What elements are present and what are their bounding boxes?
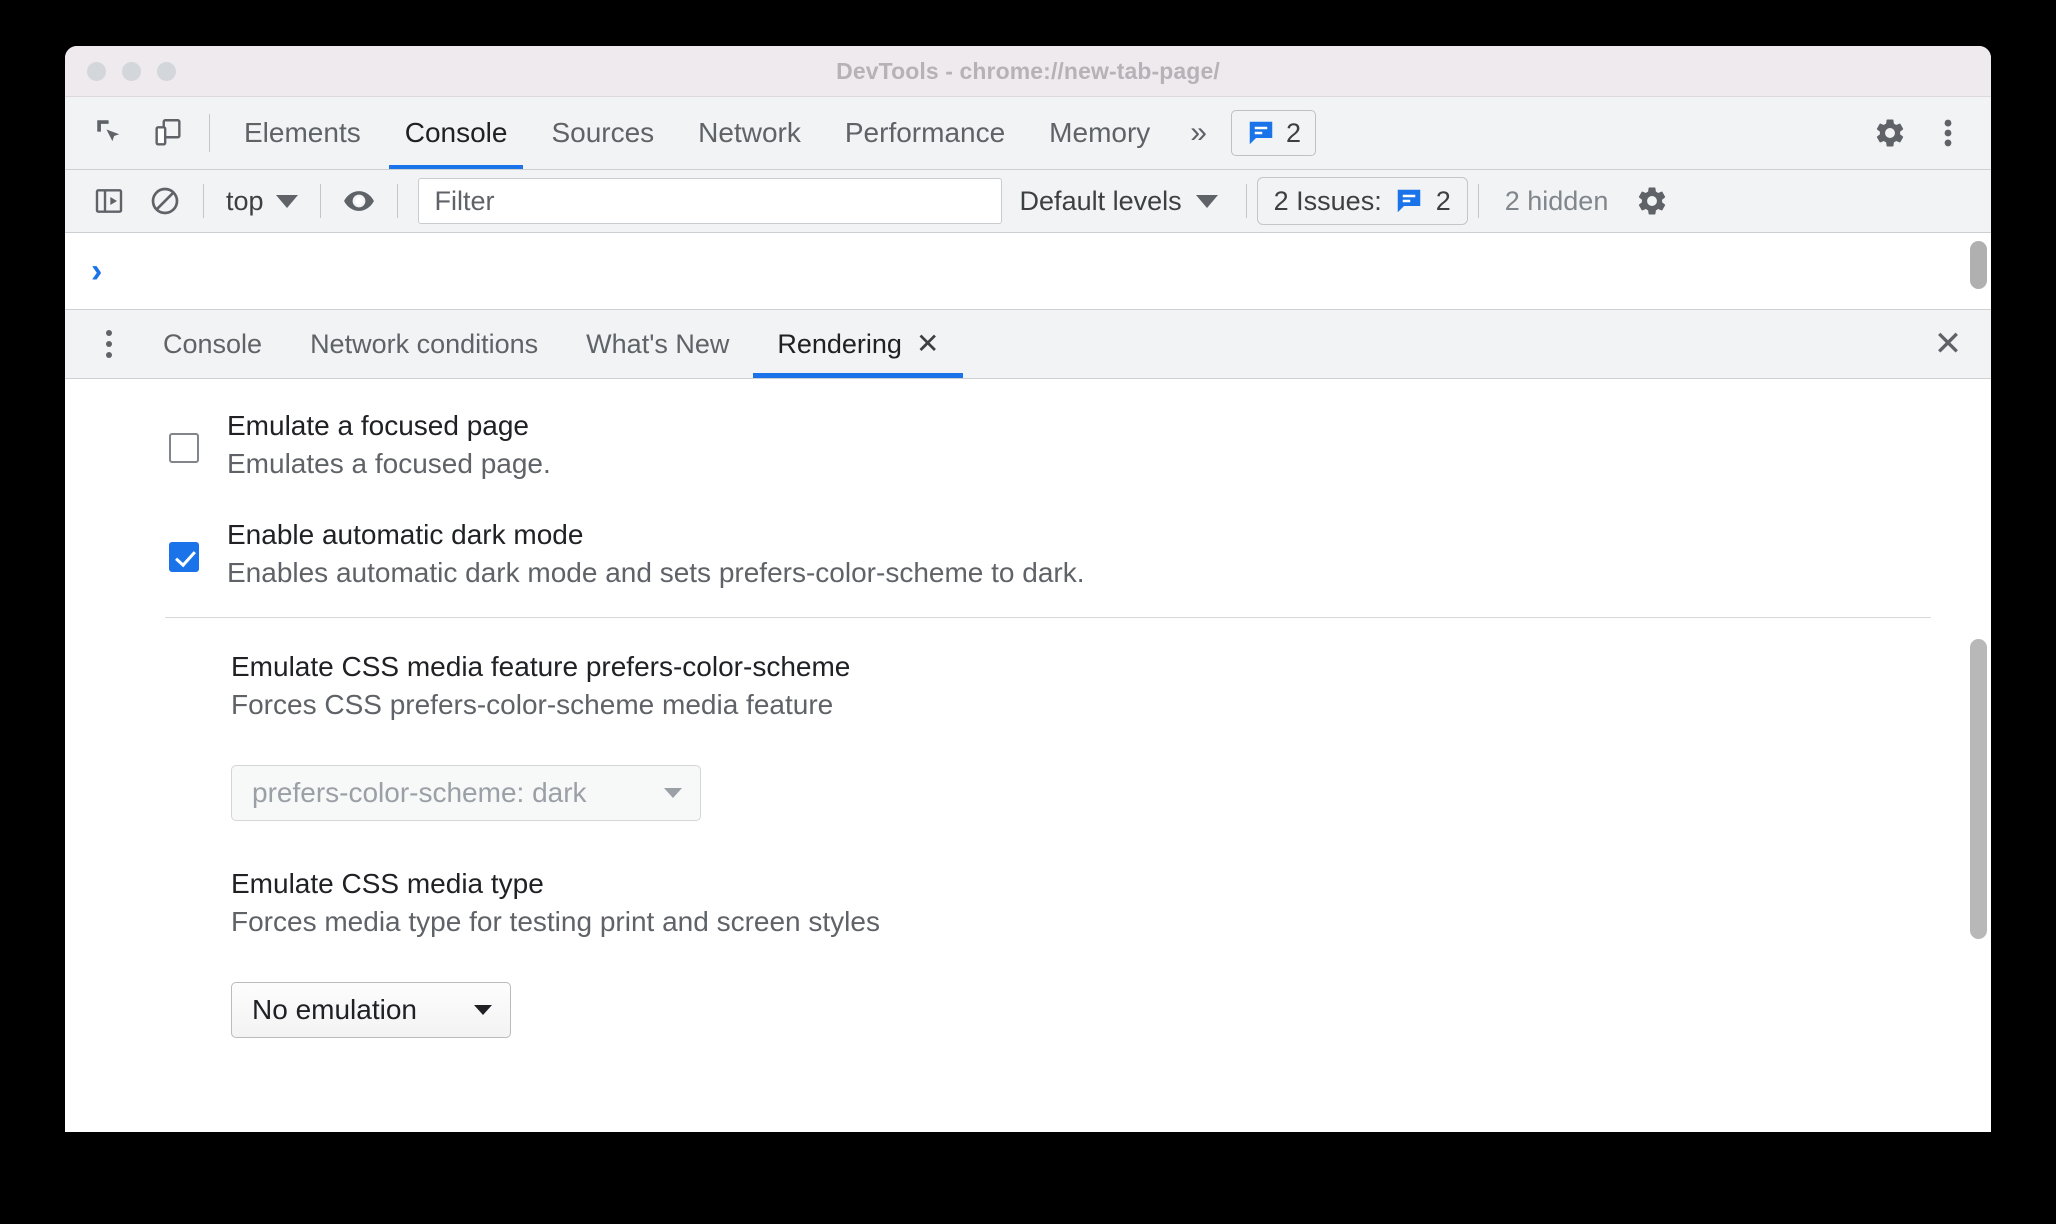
issue-bubble-icon <box>1397 189 1420 213</box>
setting-description: Enables automatic dark mode and sets pre… <box>227 556 1085 588</box>
main-tab-bar: Elements Console Sources Network Perform… <box>65 97 1991 170</box>
issues-counter-button[interactable]: 2 <box>1230 110 1317 156</box>
devtools-window: DevTools - chrome://new-tab-page/ Elemen… <box>65 46 1991 1132</box>
close-drawer-icon[interactable]: ✕ <box>1905 310 1991 378</box>
tab-label: Memory <box>1049 117 1151 148</box>
main-toolbar-right <box>1836 97 1991 169</box>
more-tabs-icon[interactable]: » <box>1172 97 1225 169</box>
inspect-cursor-icon[interactable] <box>81 97 139 169</box>
console-scrollbar-thumb[interactable] <box>1970 241 1987 289</box>
tab-performance[interactable]: Performance <box>823 97 1027 169</box>
automatic-dark-mode-checkbox[interactable] <box>169 542 199 573</box>
filter-input[interactable]: Filter <box>417 178 1002 224</box>
setting-css-media-type: Emulate CSS media type Forces media type… <box>65 865 1991 940</box>
css-media-type-select[interactable]: No emulation <box>231 982 511 1039</box>
tab-label: Console <box>404 117 508 148</box>
gear-icon[interactable] <box>1861 116 1919 150</box>
setting-prefers-color-scheme: Emulate CSS media feature prefers-color-… <box>65 648 1991 723</box>
toolbar-divider <box>209 114 210 152</box>
toolbar-divider <box>319 184 321 218</box>
tab-label: Network <box>698 117 801 148</box>
window-title: DevTools - chrome://new-tab-page/ <box>836 57 1220 84</box>
clear-console-icon[interactable] <box>137 170 193 232</box>
traffic-lights <box>87 46 176 96</box>
chevron-down-icon <box>474 1005 492 1016</box>
issues-count: 2 <box>1285 117 1302 148</box>
toolbar-divider <box>203 184 204 218</box>
setting-emulate-focused-page[interactable]: Emulate a focused page Emulates a focuse… <box>65 407 1991 482</box>
more-tabs-label: » <box>1190 116 1207 149</box>
tab-label: Performance <box>844 117 1006 148</box>
toolbar-divider <box>1245 184 1247 218</box>
log-levels-select[interactable]: Default levels <box>1002 186 1236 217</box>
toolbar-divider <box>1477 184 1479 218</box>
tab-memory[interactable]: Memory <box>1027 97 1172 169</box>
drawer-tab-whats-new[interactable]: What's New <box>562 310 753 378</box>
drawer-tab-network-conditions[interactable]: Network conditions <box>286 310 562 378</box>
issues-toolbar-button[interactable]: 2 Issues: 2 <box>1256 177 1468 225</box>
tab-console[interactable]: Console <box>383 97 530 169</box>
chevron-down-icon <box>275 194 298 208</box>
context-value: top <box>226 185 264 216</box>
device-toolbar-icon[interactable] <box>139 97 197 169</box>
setting-automatic-dark-mode[interactable]: Enable automatic dark mode Enables autom… <box>65 516 1991 591</box>
minimize-window-button[interactable] <box>122 61 141 81</box>
setting-description: Forces media type for testing print and … <box>231 905 880 937</box>
setting-title: Emulate a focused page <box>227 410 529 441</box>
chevron-down-icon <box>664 788 682 799</box>
section-divider <box>165 617 1931 619</box>
setting-title: Emulate CSS media type <box>231 868 544 900</box>
setting-title: Enable automatic dark mode <box>227 519 584 551</box>
hidden-messages-label: 2 hidden <box>1504 185 1609 216</box>
console-sidebar-icon[interactable] <box>81 170 137 232</box>
issues-label: 2 Issues: <box>1273 185 1382 216</box>
window-titlebar: DevTools - chrome://new-tab-page/ <box>65 46 1991 97</box>
javascript-context-select[interactable]: top <box>214 186 310 217</box>
select-value: prefers-color-scheme: dark <box>252 777 587 809</box>
live-expression-icon[interactable] <box>331 170 387 232</box>
maximize-window-button[interactable] <box>157 61 176 81</box>
emulate-focused-page-checkbox[interactable] <box>169 433 199 463</box>
tab-label: Elements <box>244 117 361 148</box>
setting-text: Enable automatic dark mode Enables autom… <box>227 516 1085 591</box>
console-prompt-chevron-icon: › <box>91 252 103 290</box>
console-filter-toolbar: top Filter Default levels 2 Issues: 2 2 … <box>65 170 1991 233</box>
setting-text: Emulate a focused page Emulates a focuse… <box>227 407 551 482</box>
setting-description: Forces CSS prefers-color-scheme media fe… <box>231 688 834 720</box>
tab-label: Sources <box>551 117 655 148</box>
drawer-more-tabs-icon[interactable] <box>79 310 139 378</box>
drawer-tab-label: Rendering <box>777 328 902 359</box>
toolbar-divider <box>396 184 398 218</box>
issue-bubble-icon <box>1249 121 1273 145</box>
tab-network[interactable]: Network <box>676 97 823 169</box>
tab-sources[interactable]: Sources <box>529 97 676 169</box>
prefers-color-scheme-select[interactable]: prefers-color-scheme: dark <box>231 765 701 822</box>
issues-count: 2 <box>1435 185 1451 216</box>
drawer-tab-rendering[interactable]: Rendering ✕ <box>753 310 964 378</box>
levels-value: Default levels <box>1019 185 1182 216</box>
close-window-button[interactable] <box>87 61 106 81</box>
select-value: No emulation <box>252 994 417 1026</box>
drawer-tab-label: Console <box>163 328 263 359</box>
drawer-tab-label: What's New <box>586 328 730 359</box>
kebab-icon[interactable] <box>1919 116 1977 150</box>
filter-placeholder: Filter <box>434 185 495 216</box>
drawer-tab-label: Network conditions <box>310 328 539 359</box>
rendering-panel: Emulate a focused page Emulates a focuse… <box>65 379 1991 1132</box>
rendering-scrollbar-thumb[interactable] <box>1970 639 1987 939</box>
chevron-down-icon <box>1195 194 1218 208</box>
tab-elements[interactable]: Elements <box>222 97 383 169</box>
drawer-tab-bar: Console Network conditions What's New Re… <box>65 310 1991 379</box>
gear-icon[interactable] <box>1624 170 1680 232</box>
close-tab-icon[interactable]: ✕ <box>916 330 939 358</box>
setting-title: Emulate CSS media feature prefers-color-… <box>231 651 851 683</box>
setting-description: Emulates a focused page. <box>227 447 551 479</box>
console-output-area[interactable]: › <box>65 233 1991 310</box>
drawer-tab-console[interactable]: Console <box>139 310 286 378</box>
